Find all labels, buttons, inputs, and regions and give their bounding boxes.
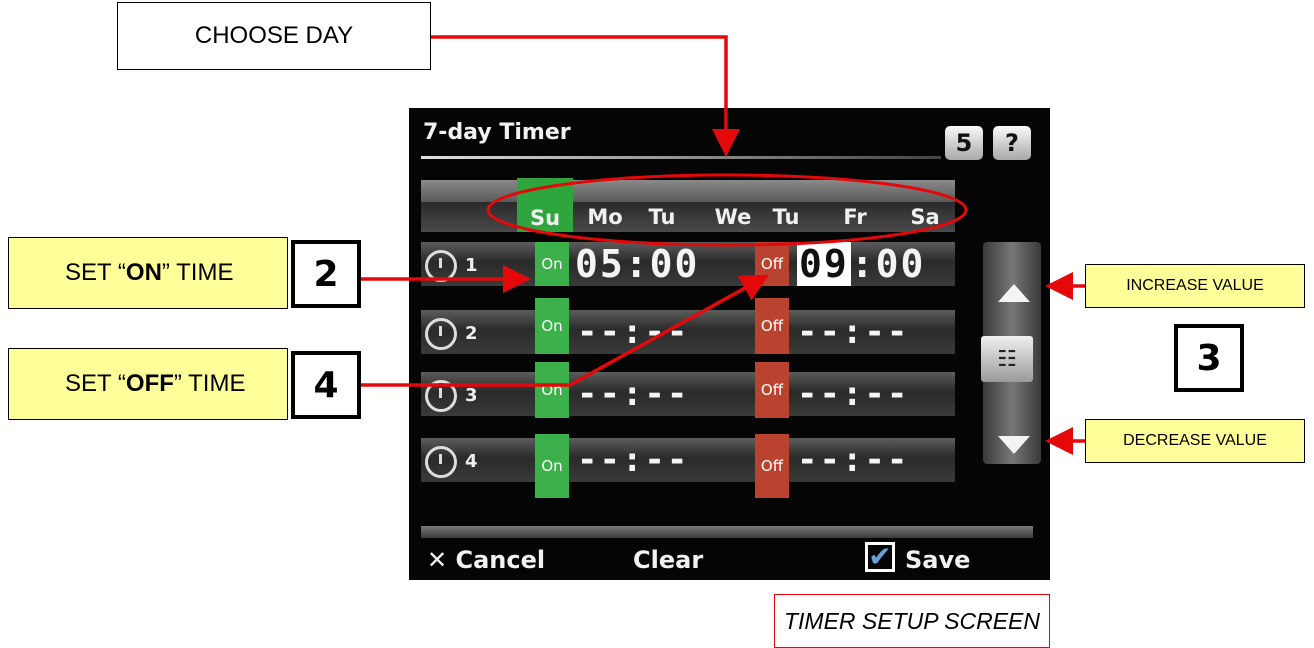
off-label: Off [760, 317, 784, 335]
step-2-label: 2 [313, 253, 339, 295]
off-tag[interactable]: Off [755, 362, 789, 418]
tab-day-mo[interactable]: Mo [577, 202, 633, 232]
increase-value-label: INCREASE VALUE [1126, 277, 1264, 294]
title-underline [421, 156, 941, 159]
keypad-icon[interactable]: ☷ [981, 336, 1033, 382]
timer-row-number: 1 [465, 255, 478, 276]
step-3-badge: 3 [1174, 324, 1244, 392]
timer-screen: 7-day Timer 5 ? Su Mo Tu We Tu Fr Sa 1 O… [409, 108, 1050, 580]
day-label: Fr [843, 205, 867, 229]
bottom-bar-strip [421, 526, 1033, 538]
off-tag[interactable]: Off [755, 298, 789, 354]
close-icon: ✕ [427, 546, 448, 574]
off-time-value[interactable]: --:-- [797, 312, 909, 352]
timer-row-number: 3 [465, 385, 478, 406]
check-glyph: ✔ [868, 540, 892, 573]
off-label: Off [760, 381, 784, 399]
step-3-label: 3 [1196, 337, 1222, 379]
increase-arrow-icon[interactable] [998, 284, 1030, 302]
off-time-value[interactable]: --:-- [797, 374, 909, 414]
on-time-value[interactable]: 05:00 [575, 242, 699, 286]
choose-day-callout: CHOOSE DAY [117, 2, 431, 70]
set-on-prefix: SET “ [65, 259, 126, 286]
day-label: Mo [587, 205, 623, 229]
tab-day-we[interactable]: We [705, 202, 761, 232]
off-time-value[interactable]: --:-- [797, 440, 909, 480]
timer-row-number: 4 [465, 451, 478, 472]
clock-icon [425, 446, 457, 478]
off-time-value[interactable]: 09:00 [797, 242, 925, 286]
clock-icon [425, 380, 457, 412]
day-tab-strip [421, 180, 955, 202]
save-label: Save [905, 546, 971, 574]
checkbox-icon[interactable]: ✔ [865, 542, 895, 572]
tab-day-sa[interactable]: Sa [897, 202, 953, 232]
back-arrow-icon[interactable]: 5 [945, 126, 983, 160]
caption-text: TIMER SETUP SCREEN [783, 607, 1040, 634]
set-off-prefix: SET “ [65, 370, 126, 397]
back-glyph: 5 [955, 129, 973, 157]
on-tag[interactable]: On [535, 434, 569, 498]
on-time-value[interactable]: --:-- [577, 374, 689, 414]
tab-day-tu-2[interactable]: Tu [761, 202, 811, 232]
decrease-value-label: DECREASE VALUE [1123, 432, 1267, 449]
set-on-time-callout: SET “ON” TIME [8, 237, 288, 309]
on-tag[interactable]: On [535, 362, 569, 418]
off-label: Off [760, 255, 784, 273]
on-tag[interactable]: On [535, 242, 569, 286]
on-time-value[interactable]: --:-- [577, 312, 689, 352]
day-label: We [714, 205, 752, 229]
day-label: Tu [772, 205, 800, 229]
clear-button[interactable]: Clear [633, 546, 703, 574]
clock-icon [425, 250, 457, 282]
step-4-badge: 4 [291, 351, 361, 419]
tab-day-tu[interactable]: Tu [637, 202, 687, 232]
on-label: On [541, 457, 563, 475]
tab-day-su[interactable]: Su [517, 178, 573, 232]
day-label: Tu [648, 205, 676, 229]
step-4-label: 4 [313, 364, 339, 406]
off-time-hours-selected[interactable]: 09 [797, 242, 851, 286]
off-tag[interactable]: Off [755, 242, 789, 286]
decrease-arrow-icon[interactable] [998, 436, 1030, 454]
increase-value-callout: INCREASE VALUE [1085, 264, 1305, 308]
clock-icon [425, 318, 457, 350]
set-on-suffix: ” TIME [161, 259, 234, 286]
on-time-value[interactable]: --:-- [577, 440, 689, 480]
caption-box: TIMER SETUP SCREEN [774, 594, 1050, 648]
day-label: Sa [910, 205, 940, 229]
day-label: Su [529, 206, 561, 230]
on-label: On [541, 255, 563, 273]
set-on-bold: ON [125, 259, 162, 286]
cancel-label: Cancel [455, 546, 546, 574]
keypad-glyph: ☷ [997, 346, 1017, 372]
set-off-time-callout: SET “OFF” TIME [8, 348, 288, 420]
timer-row-number: 2 [465, 323, 478, 344]
set-off-bold: OFF [125, 370, 174, 397]
on-label: On [541, 381, 563, 399]
decrease-value-callout: DECREASE VALUE [1085, 419, 1305, 463]
clear-label: Clear [633, 546, 704, 574]
help-icon[interactable]: ? [993, 126, 1031, 160]
save-button[interactable]: Save [905, 546, 970, 574]
tab-day-fr[interactable]: Fr [827, 202, 883, 232]
cancel-button[interactable]: ✕ Cancel [427, 546, 545, 574]
help-glyph: ? [1005, 129, 1019, 157]
screen-title: 7-day Timer [423, 120, 571, 145]
set-off-suffix: ” TIME [173, 370, 246, 397]
off-time-minutes[interactable]: :00 [851, 242, 926, 286]
choose-day-label: CHOOSE DAY [194, 22, 354, 49]
off-tag[interactable]: Off [755, 434, 789, 498]
on-tag[interactable]: On [535, 298, 569, 354]
step-2-badge: 2 [291, 240, 361, 308]
on-label: On [541, 317, 563, 335]
off-label: Off [760, 457, 784, 475]
